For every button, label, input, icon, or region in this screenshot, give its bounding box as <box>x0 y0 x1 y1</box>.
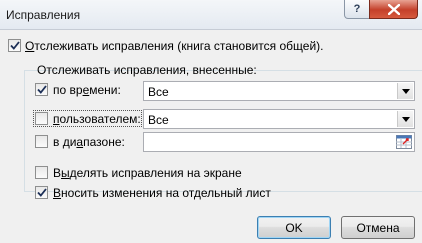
title-bar: Исправления ? <box>0 0 422 30</box>
checkmark-icon <box>9 41 20 50</box>
chevron-down-icon <box>401 116 410 122</box>
checkmark-icon <box>36 188 47 197</box>
when-checkbox[interactable] <box>35 83 48 96</box>
list-new-sheet-label: Вносить изменения на отдельный лист <box>53 186 271 200</box>
help-icon: ? <box>353 3 361 15</box>
who-label: пользователем: <box>53 112 141 126</box>
where-label: в диапазоне: <box>53 135 125 149</box>
who-combo[interactable]: Все <box>143 109 415 129</box>
cancel-button[interactable]: Отмена <box>341 216 415 239</box>
when-label: по времени: <box>53 83 121 97</box>
who-dropdown-button[interactable] <box>397 111 413 127</box>
cancel-button-label: Отмена <box>356 220 400 235</box>
range-picker-icon <box>396 135 412 149</box>
close-button[interactable] <box>369 0 418 19</box>
who-checkbox[interactable] <box>35 112 48 125</box>
ok-button-label: OK <box>285 220 303 235</box>
checkmark-icon <box>36 85 47 94</box>
where-checkbox[interactable] <box>35 135 48 148</box>
dialog-body: Отслеживать исправления (книга становитс… <box>0 30 422 243</box>
range-select-button[interactable] <box>395 134 413 150</box>
help-button[interactable]: ? <box>344 0 370 19</box>
ok-button[interactable]: OK <box>257 216 331 239</box>
highlight-checkbox[interactable] <box>35 166 48 179</box>
highlight-label: Выделять исправления на экране <box>53 166 242 180</box>
track-changes-label: Отслеживать исправления (книга становитс… <box>25 39 324 53</box>
list-new-sheet-checkbox[interactable] <box>35 186 48 199</box>
when-combo[interactable]: Все <box>143 81 415 101</box>
when-value: Все <box>148 85 169 99</box>
track-changes-checkbox[interactable] <box>8 39 21 52</box>
chevron-down-icon <box>401 88 410 94</box>
who-value: Все <box>148 113 169 127</box>
range-input[interactable] <box>143 132 415 152</box>
window-title: Исправления <box>6 8 81 22</box>
group-label: Отслеживать исправления, внесенные: <box>37 63 257 77</box>
when-dropdown-button[interactable] <box>397 83 413 99</box>
close-icon <box>387 3 400 15</box>
